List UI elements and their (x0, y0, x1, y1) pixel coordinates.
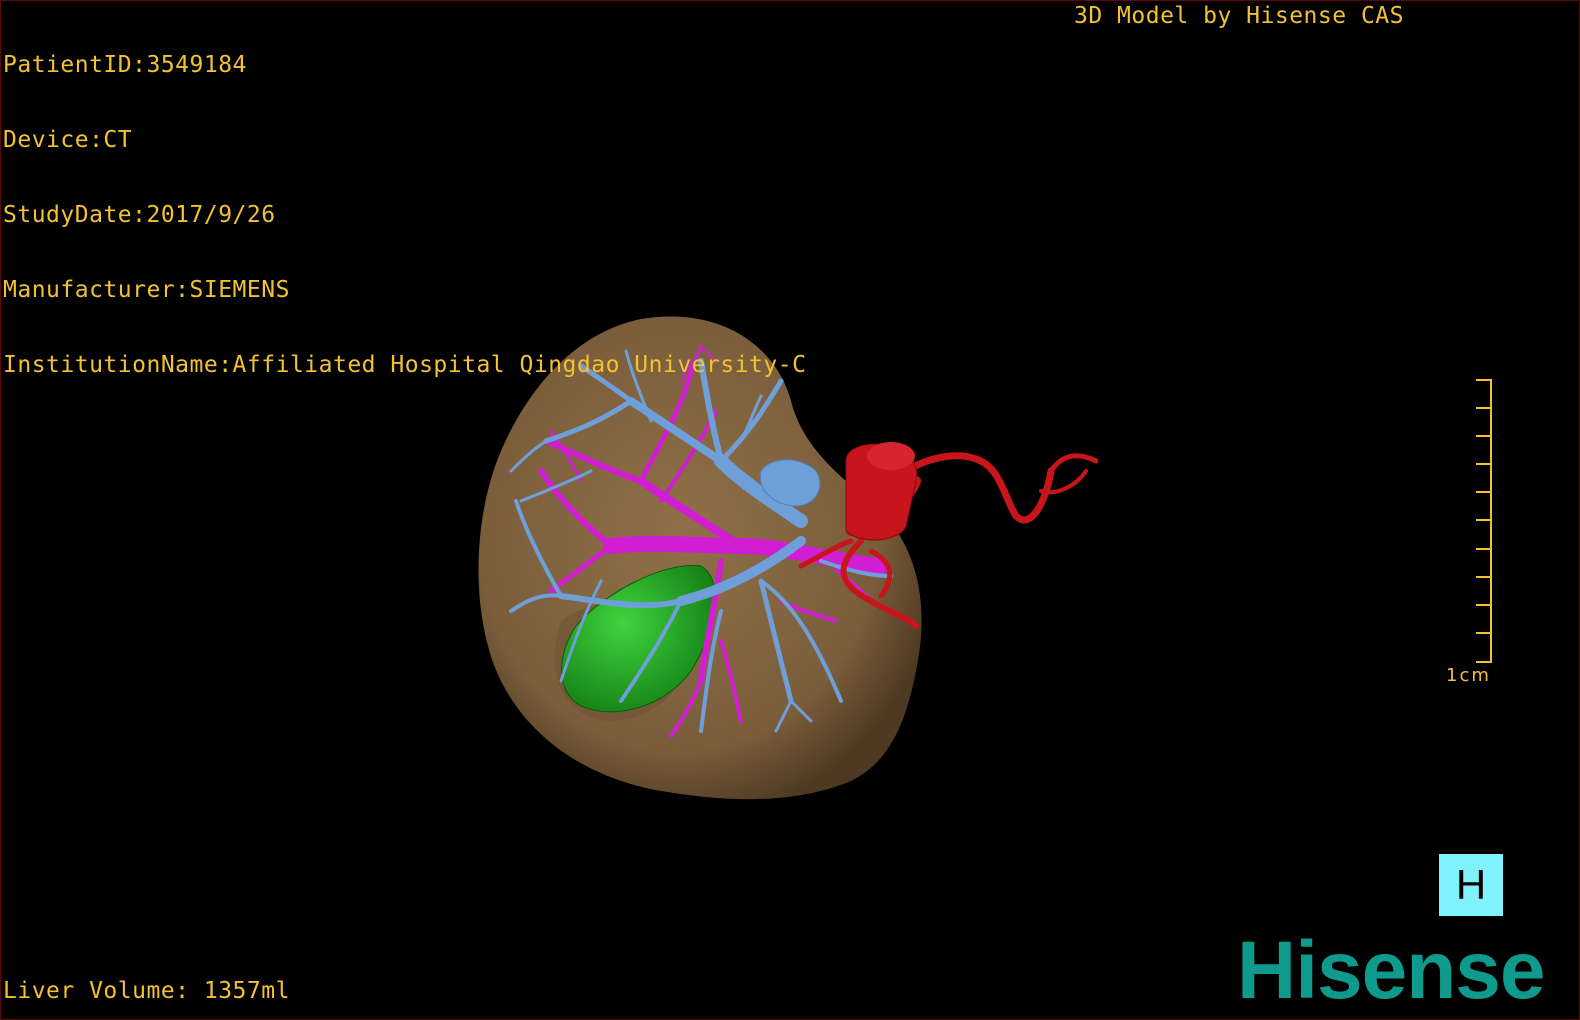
hisense-logo: Hisense (1237, 925, 1546, 1016)
scale-bar (1476, 379, 1492, 663)
view-orientation-button[interactable]: H (1439, 854, 1503, 916)
dicom-info: PatientID:3549184 Device:CT StudyDate:20… (3, 3, 806, 428)
device: Device:CT (3, 127, 133, 153)
study-date: StudyDate:2017/9/26 (3, 202, 276, 228)
model-label: 3D Model by Hisense CAS (1074, 3, 1404, 29)
liver-volume: Liver Volume: 1357ml (3, 978, 290, 1004)
scale-label: 1cm (1446, 665, 1491, 686)
patient-id: PatientID:3549184 (3, 52, 247, 78)
manufacturer: Manufacturer:SIEMENS (3, 277, 290, 303)
3d-viewport[interactable]: PatientID:3549184 Device:CT StudyDate:20… (0, 0, 1580, 1020)
aorta-top (867, 442, 915, 470)
institution-name: InstitutionName:Affiliated Hospital Qing… (3, 352, 807, 378)
